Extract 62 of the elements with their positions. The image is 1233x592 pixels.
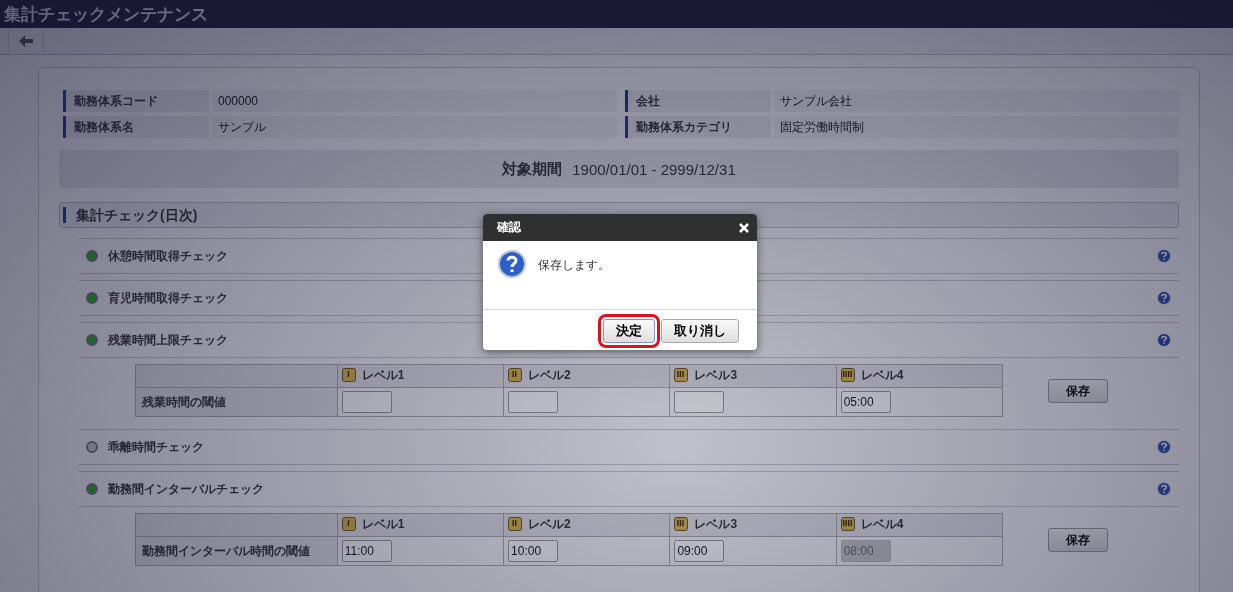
help-icon[interactable] (1157, 482, 1171, 496)
field-value: 000000 (212, 90, 617, 112)
save-button[interactable]: 保存 (1048, 528, 1108, 552)
level-icon (508, 368, 523, 383)
back-button[interactable] (8, 28, 44, 54)
status-lamp[interactable] (86, 483, 98, 495)
level-label: レベル1 (361, 366, 405, 384)
check-label: 乖離時間チェック (108, 438, 204, 456)
time-input[interactable]: 05:00 (840, 391, 891, 413)
field-value: サンプル (212, 116, 617, 138)
help-icon[interactable] (1157, 291, 1171, 305)
dialog-message: 保存します。 (538, 257, 610, 274)
level-icon (674, 368, 689, 383)
close-button[interactable] (739, 222, 749, 233)
level-label: レベル4 (860, 515, 904, 533)
status-lamp[interactable] (86, 334, 98, 346)
question-icon (498, 250, 526, 278)
level-label: レベル4 (860, 366, 904, 384)
row-label: 残業時間の閾値 (135, 387, 338, 417)
status-lamp[interactable] (86, 441, 98, 453)
time-input[interactable]: 11:00 (341, 540, 392, 562)
field-value: サンプル会社 (774, 90, 1179, 112)
check-label: 休憩時間取得チェック (108, 247, 228, 265)
window-title: 集計チェックメンテナンス (0, 0, 1233, 28)
help-icon[interactable] (1157, 249, 1171, 263)
save-button[interactable]: 保存 (1048, 379, 1108, 403)
level-label: レベル3 (694, 515, 738, 533)
status-lamp[interactable] (86, 250, 98, 262)
dialog-button[interactable]: 取り消し (661, 319, 739, 343)
time-input[interactable] (341, 391, 392, 413)
help-icon[interactable] (1157, 333, 1171, 347)
time-input[interactable] (508, 391, 559, 413)
level-icon (341, 517, 356, 532)
check-label: 育児時間取得チェック (108, 289, 228, 307)
level-icon (840, 368, 855, 383)
level-icon (674, 517, 689, 532)
row-label: 勤務間インターバル時間の閾値 (135, 536, 338, 566)
field-label: 会社 (625, 90, 771, 112)
level-label: レベル1 (361, 515, 405, 533)
help-icon[interactable] (1157, 440, 1171, 454)
time-input[interactable]: 10:00 (508, 540, 559, 562)
level-label: レベル2 (528, 515, 571, 533)
dialog-title: 確認 (497, 219, 521, 236)
field-label: 勤務体系カテゴリ (625, 116, 771, 138)
check-label: 残業時間上限チェック (108, 331, 228, 349)
field-label: 勤務体系名 (63, 116, 209, 138)
back-arrow-icon (19, 35, 33, 47)
status-lamp[interactable] (86, 292, 98, 304)
level-icon (840, 517, 855, 532)
level-icon (341, 368, 356, 383)
field-label: 勤務体系コード (63, 90, 209, 112)
time-input[interactable] (674, 391, 725, 413)
level-label: レベル3 (694, 366, 738, 384)
close-icon (739, 222, 749, 233)
level-label: レベル2 (528, 366, 571, 384)
time-input[interactable]: 09:00 (674, 540, 725, 562)
field-value: 固定労働時間制 (774, 116, 1179, 138)
level-icon (508, 517, 523, 532)
section-title: 集計チェック(日次) (63, 207, 198, 223)
period-value: 1900/01/01 - 2999/12/31 (572, 160, 736, 178)
check-label: 勤務間インターバルチェック (108, 480, 264, 498)
period-label: 対象期間 (502, 159, 563, 179)
